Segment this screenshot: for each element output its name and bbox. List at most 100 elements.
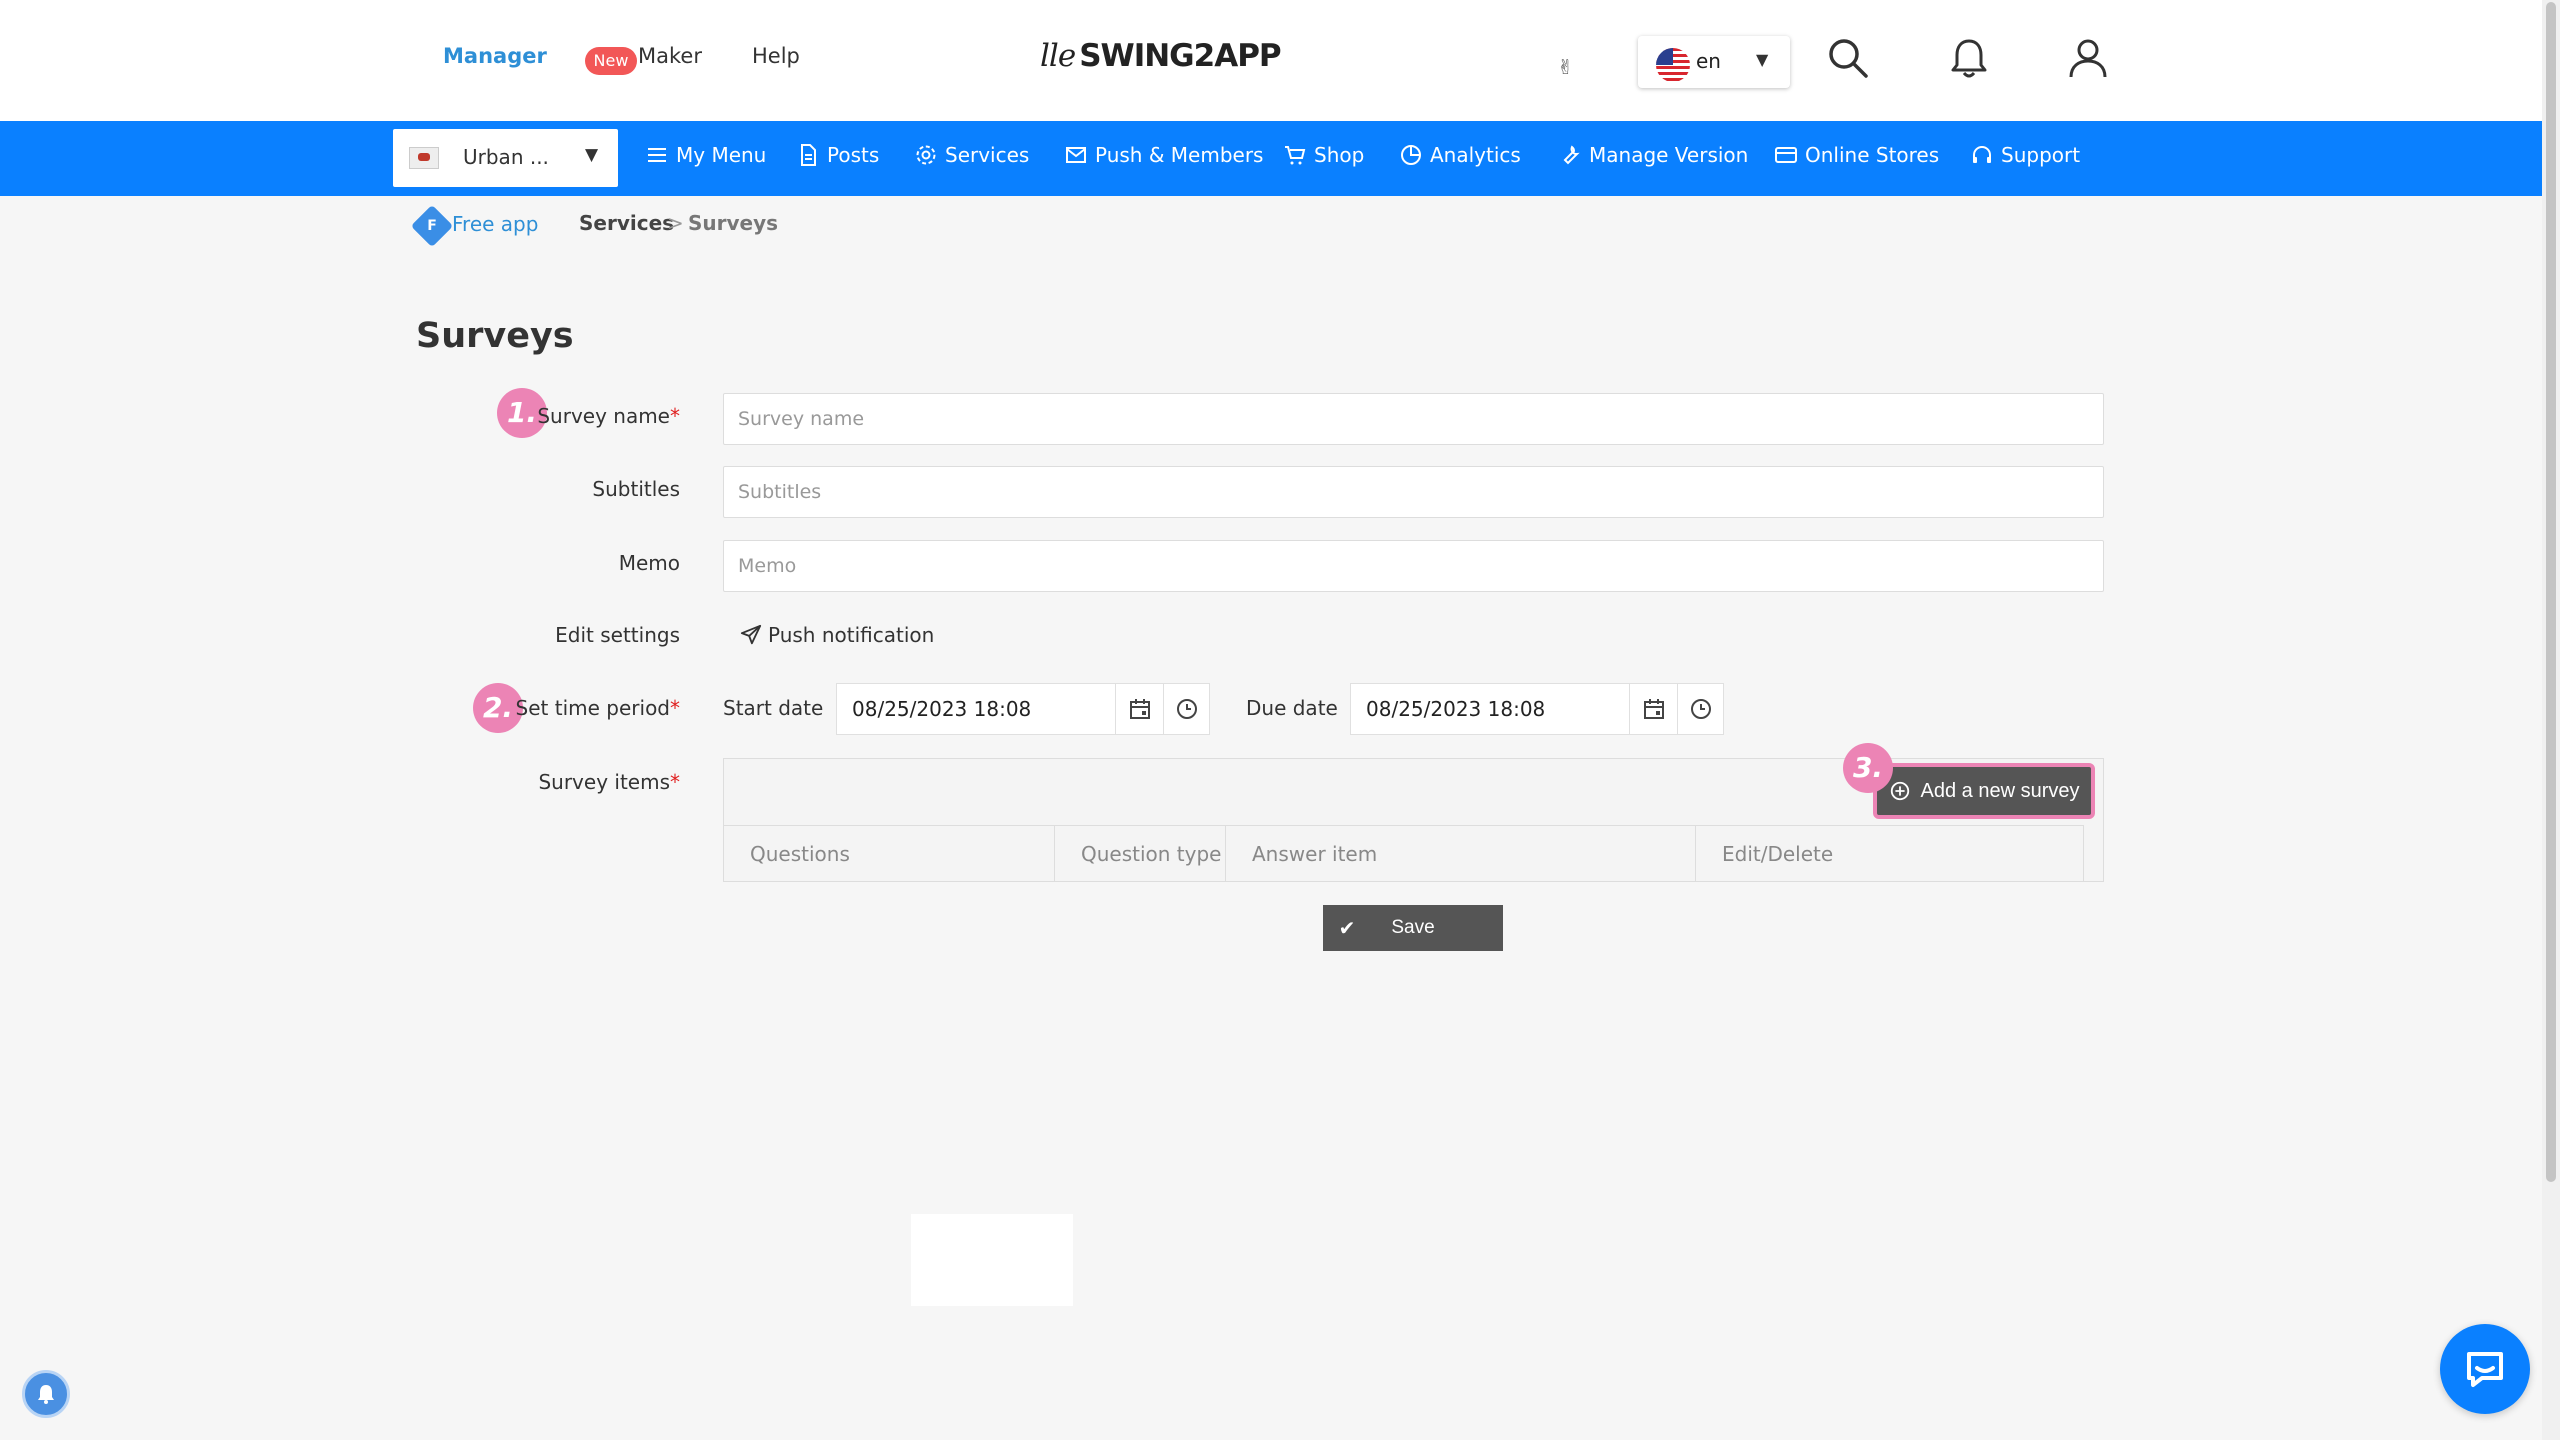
bell-icon bbox=[38, 1385, 54, 1404]
tab-maker[interactable]: Maker bbox=[638, 44, 702, 68]
due-date-field[interactable]: 08/25/2023 18:08 bbox=[1350, 683, 1724, 735]
nav-item-my-menu[interactable]: My Menu bbox=[645, 143, 766, 167]
memo-label: Memo bbox=[618, 551, 680, 575]
headset-icon bbox=[1973, 146, 1991, 163]
survey-items-label-text: Survey items bbox=[538, 770, 670, 794]
start-date-value: 08/25/2023 18:08 bbox=[852, 697, 1032, 721]
subtitles-input[interactable] bbox=[723, 466, 2104, 518]
nav-item-label: Support bbox=[2001, 143, 2081, 167]
language-code: en bbox=[1696, 49, 1721, 73]
pie-chart-icon bbox=[1401, 145, 1421, 165]
paper-plane-icon bbox=[740, 624, 762, 645]
us-flag-icon bbox=[1656, 48, 1690, 82]
nav-item-label: My Menu bbox=[676, 143, 767, 167]
memo-input[interactable] bbox=[723, 540, 2104, 592]
nav-item-label: Online Stores bbox=[1805, 143, 1940, 167]
free-plan-icon: F bbox=[410, 204, 454, 248]
save-button-label: Save bbox=[1391, 917, 1435, 938]
tab-help[interactable]: Help bbox=[752, 44, 800, 68]
free-plan-badge-letter: F bbox=[427, 218, 437, 234]
survey-name-label: Survey name* bbox=[537, 404, 680, 428]
survey-name-input[interactable] bbox=[723, 393, 2104, 445]
page-title: Surveys bbox=[416, 316, 574, 356]
plus-circle-icon bbox=[1890, 781, 1909, 801]
bell-icon[interactable] bbox=[1947, 36, 1991, 80]
hand-cursor-icon: ✌ bbox=[1557, 55, 1574, 79]
save-button[interactable]: ✔ Save bbox=[1323, 905, 1503, 951]
edit-settings-label: Edit settings bbox=[555, 623, 680, 647]
nav-item-label: Shop bbox=[1314, 143, 1365, 167]
due-date-value: 08/25/2023 18:08 bbox=[1366, 697, 1546, 721]
breadcrumb: F Free app Services > Surveys bbox=[0, 196, 2542, 252]
survey-items-table-header: Questions Question type Answer item Edit… bbox=[724, 825, 2084, 882]
new-badge: New bbox=[585, 47, 637, 75]
blank-panel bbox=[911, 1214, 1073, 1306]
nav-item-label: Services bbox=[945, 143, 1030, 167]
required-mark: * bbox=[670, 696, 680, 720]
required-mark: * bbox=[670, 770, 680, 794]
time-period-label-text: Set time period bbox=[515, 696, 670, 720]
nav-item-label: Analytics bbox=[1430, 143, 1521, 167]
nav-item-manage-version[interactable]: Manage Version bbox=[1558, 143, 1748, 167]
breadcrumb-separator: > bbox=[667, 211, 684, 235]
nav-item-label: Push & Members bbox=[1095, 143, 1264, 167]
push-notification-option[interactable]: Push notification bbox=[740, 623, 934, 647]
chat-icon bbox=[2467, 1352, 2503, 1387]
subtitles-label: Subtitles bbox=[592, 477, 680, 501]
gear-icon bbox=[916, 145, 936, 165]
step-marker-3: 3. bbox=[1843, 743, 1893, 793]
free-app-link[interactable]: Free app bbox=[452, 212, 538, 236]
top-header: Manager New Maker Help lle SWING2APP ✌ en… bbox=[0, 0, 2542, 121]
swing2app-logo[interactable]: lle SWING2APP bbox=[1040, 38, 1282, 74]
nav-item-support[interactable]: Support bbox=[1970, 143, 2080, 167]
scrollbar-thumb[interactable] bbox=[2546, 2, 2556, 1182]
document-icon bbox=[801, 144, 816, 166]
calendar-icon[interactable] bbox=[1115, 684, 1163, 734]
nav-item-shop[interactable]: Shop bbox=[1283, 143, 1364, 167]
chevron-down-icon: ▼ bbox=[1756, 50, 1769, 69]
app-thumbnail bbox=[409, 147, 439, 169]
user-icon[interactable] bbox=[2066, 36, 2110, 80]
push-notification-label: Push notification bbox=[768, 623, 935, 647]
notification-bell-widget[interactable] bbox=[22, 1370, 70, 1418]
tab-manager[interactable]: Manager bbox=[443, 44, 547, 68]
wrench-icon bbox=[1563, 145, 1580, 165]
logo-text: SWING2APP bbox=[1079, 38, 1281, 74]
column-answer-item: Answer item bbox=[1226, 826, 1696, 882]
cart-icon bbox=[1285, 146, 1306, 165]
survey-name-label-text: Survey name bbox=[537, 404, 670, 428]
start-date-field[interactable]: 08/25/2023 18:08 bbox=[836, 683, 1210, 735]
logo-mark: lle bbox=[1040, 38, 1076, 74]
add-new-survey-button[interactable]: Add a new survey bbox=[1873, 763, 2095, 819]
nav-item-services[interactable]: Services bbox=[914, 143, 1029, 167]
clock-icon[interactable] bbox=[1163, 684, 1210, 734]
start-date-label: Start date bbox=[723, 696, 824, 720]
column-questions: Questions bbox=[724, 826, 1055, 882]
breadcrumb-services[interactable]: Services bbox=[579, 211, 674, 235]
column-question-type: Question type bbox=[1055, 826, 1226, 882]
add-new-survey-label: Add a new survey bbox=[1920, 779, 2080, 802]
language-select[interactable]: en ▼ bbox=[1638, 36, 1790, 88]
app-name: Urban ... bbox=[463, 145, 549, 169]
breadcrumb-current: Surveys bbox=[688, 211, 779, 235]
main-nav: Urban ... ▼ My Menu Posts Services Push … bbox=[0, 121, 2542, 196]
chevron-down-icon: ▼ bbox=[585, 145, 599, 165]
required-mark: * bbox=[670, 404, 680, 428]
nav-item-analytics[interactable]: Analytics bbox=[1399, 143, 1521, 167]
nav-item-push-members[interactable]: Push & Members bbox=[1064, 143, 1263, 167]
nav-item-posts[interactable]: Posts bbox=[796, 143, 879, 167]
mail-icon bbox=[1066, 147, 1086, 163]
app-selector[interactable]: Urban ... ▼ bbox=[393, 129, 618, 187]
search-icon[interactable] bbox=[1826, 36, 1870, 80]
due-date-label: Due date bbox=[1246, 696, 1338, 720]
survey-items-label: Survey items* bbox=[538, 770, 680, 794]
nav-item-online-stores[interactable]: Online Stores bbox=[1774, 143, 1939, 167]
chat-widget-button[interactable] bbox=[2440, 1324, 2530, 1414]
nav-item-label: Manage Version bbox=[1589, 143, 1749, 167]
menu-icon bbox=[648, 148, 666, 162]
clock-icon[interactable] bbox=[1677, 684, 1724, 734]
calendar-icon[interactable] bbox=[1629, 684, 1677, 734]
card-icon bbox=[1775, 147, 1797, 163]
time-period-label: Set time period* bbox=[516, 696, 680, 720]
page-scrollbar[interactable] bbox=[2542, 0, 2560, 1440]
